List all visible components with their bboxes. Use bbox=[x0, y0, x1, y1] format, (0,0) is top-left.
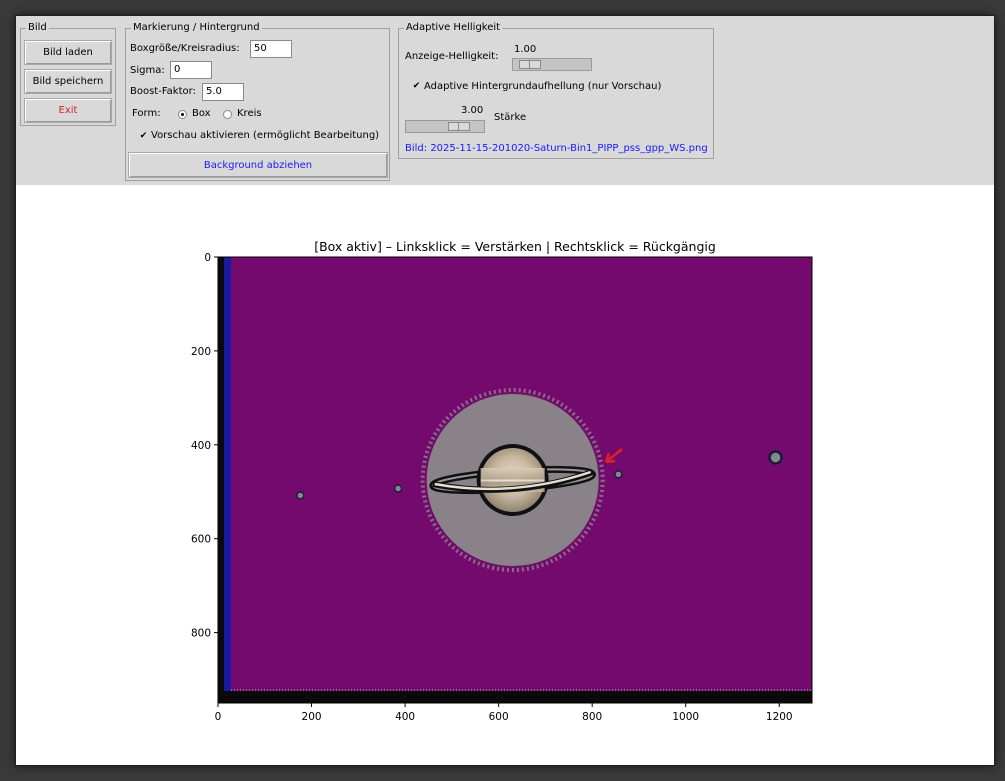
boost-field[interactable]: 5.0 bbox=[202, 83, 244, 101]
exit-button[interactable]: Exit bbox=[24, 98, 112, 123]
form-box-radio[interactable] bbox=[178, 110, 187, 119]
group-bild: Bild Bild laden Bild speichern Exit bbox=[20, 21, 116, 126]
sigma-field[interactable]: 0 bbox=[170, 61, 212, 79]
x-tick-label: 800 bbox=[582, 711, 602, 723]
x-tick-label: 1200 bbox=[766, 711, 793, 723]
strength-slider-thumb[interactable] bbox=[448, 122, 470, 131]
preview-label[interactable]: Vorschau aktivieren (ermöglicht Bearbeit… bbox=[151, 129, 379, 143]
toolbar: Bild Bild laden Bild speichern Exit Mark… bbox=[16, 16, 994, 185]
x-tick-label: 400 bbox=[395, 711, 415, 723]
x-tick-label: 200 bbox=[302, 711, 322, 723]
strength-value: 3.00 bbox=[461, 105, 484, 116]
box-size-label: Boxgröße/Kreisradius: bbox=[130, 43, 240, 54]
load-image-button[interactable]: Bild laden bbox=[24, 40, 112, 65]
bottom-dark-strip bbox=[218, 691, 812, 703]
group-bild-title: Bild bbox=[26, 21, 49, 35]
save-image-button[interactable]: Bild speichern bbox=[24, 69, 112, 94]
strength-slider[interactable] bbox=[405, 120, 485, 133]
file-name-label: Bild: 2025-11-15-201020-Saturn-Bin1_PIPP… bbox=[405, 143, 708, 154]
group-adaptive: Adaptive Helligkeit Anzeige-Helligkeit: … bbox=[398, 21, 714, 159]
preview-checkbox[interactable]: ✔ bbox=[139, 132, 148, 141]
x-tick-label: 1000 bbox=[672, 711, 699, 723]
image-plot: [Box aktiv] – Linksklick = Verstärken | … bbox=[191, 239, 813, 723]
y-tick-label: 600 bbox=[191, 534, 211, 546]
box-size-field[interactable]: 50 bbox=[250, 40, 292, 58]
form-box-label[interactable]: Box bbox=[192, 107, 211, 121]
moon-2 bbox=[393, 484, 403, 493]
adaptive-label[interactable]: Adaptive Hintergrundaufhellung (nur Vors… bbox=[424, 80, 661, 94]
brightness-slider-thumb[interactable] bbox=[519, 60, 541, 69]
brightness-slider[interactable] bbox=[512, 58, 592, 71]
plot-title: [Box aktiv] – Linksklick = Verstärken | … bbox=[314, 239, 716, 254]
y-axis: 0 200 400 600 800 bbox=[191, 252, 218, 640]
left-blue-border bbox=[224, 257, 231, 691]
group-markierung-title: Markierung / Hintergrund bbox=[131, 21, 262, 35]
x-tick-label: 600 bbox=[489, 711, 509, 723]
y-tick-label: 800 bbox=[191, 628, 211, 640]
left-dark-strip bbox=[218, 257, 224, 703]
form-kreis-radio[interactable] bbox=[223, 110, 232, 119]
form-label: Form: bbox=[132, 108, 161, 119]
sigma-label: Sigma: bbox=[130, 65, 165, 76]
app-window: Bild Bild laden Bild speichern Exit Mark… bbox=[16, 16, 994, 765]
moon-1 bbox=[296, 491, 305, 500]
group-markierung: Markierung / Hintergrund Boxgröße/Kreisr… bbox=[125, 21, 390, 181]
adaptive-checkbox[interactable]: ✔ bbox=[412, 82, 421, 91]
subtract-background-button[interactable]: Background abziehen bbox=[128, 152, 388, 178]
brightness-value: 1.00 bbox=[514, 44, 537, 55]
form-kreis-label[interactable]: Kreis bbox=[237, 107, 262, 121]
y-tick-label: 200 bbox=[191, 346, 211, 358]
x-tick-label: 0 bbox=[215, 711, 222, 723]
x-axis: 0 200 400 600 800 1000 1200 bbox=[215, 703, 793, 723]
y-tick-label: 400 bbox=[191, 440, 211, 452]
group-adaptive-title: Adaptive Helligkeit bbox=[404, 21, 503, 35]
strength-label: Stärke bbox=[494, 112, 527, 123]
y-tick-label: 0 bbox=[204, 252, 211, 264]
moon-3 bbox=[614, 470, 623, 479]
brightness-label: Anzeige-Helligkeit: bbox=[405, 51, 499, 62]
moon-4 bbox=[768, 450, 783, 465]
boost-label: Boost-Faktor: bbox=[130, 86, 196, 97]
